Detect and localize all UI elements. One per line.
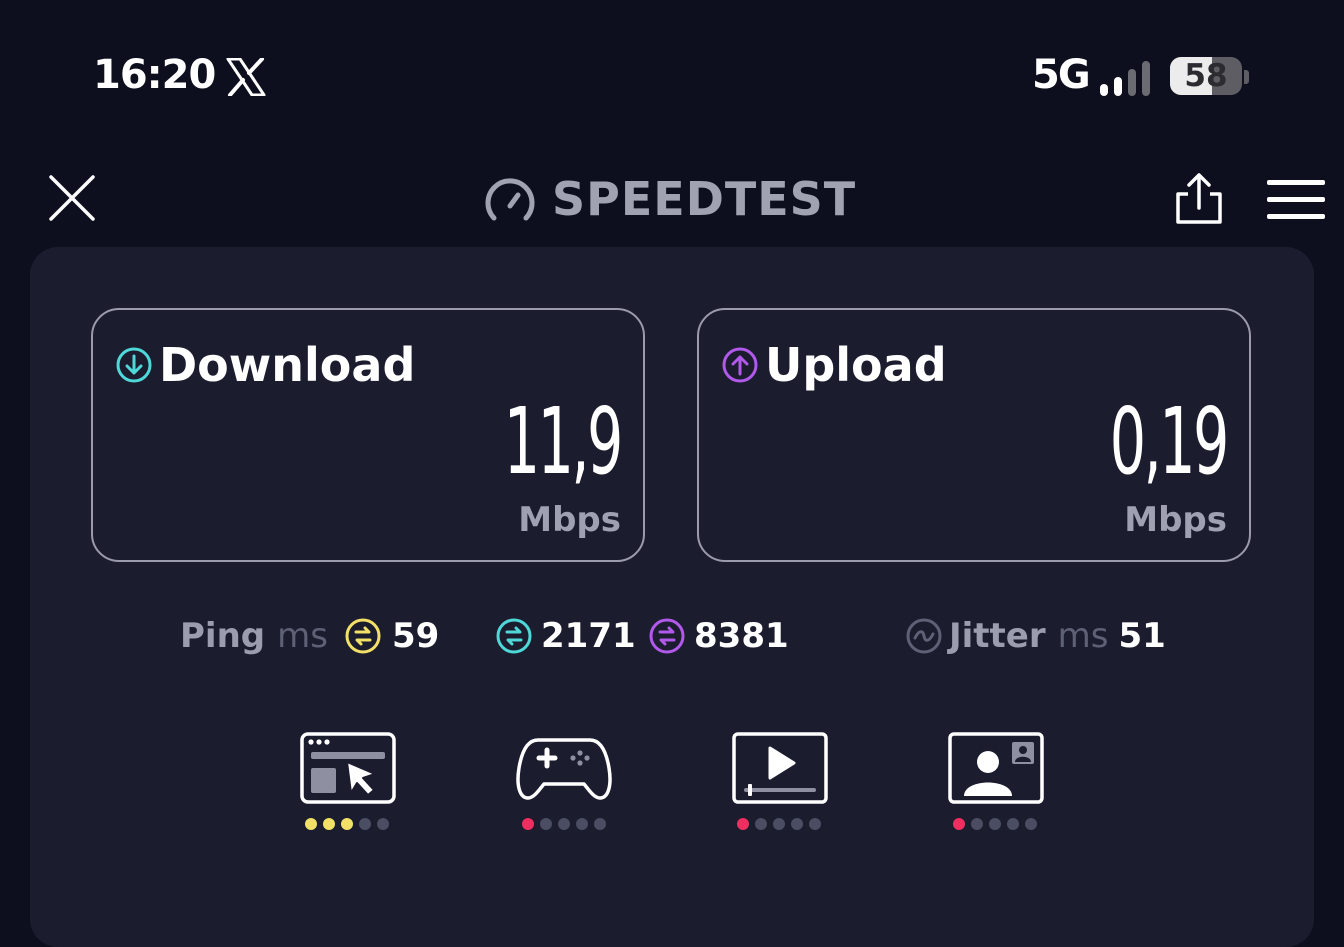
download-unit: Mbps [518, 500, 621, 540]
rating-dot [341, 818, 353, 830]
rating-dot [971, 818, 983, 830]
video-streaming-rating [737, 818, 821, 832]
jitter-icon [906, 618, 942, 654]
ping-download-metric: 2171 [495, 616, 636, 656]
rating-dot [755, 818, 767, 830]
jitter-metric: Jitter ms 51 [905, 616, 1166, 656]
ping-unit: ms [277, 616, 328, 656]
ping-upload-value: 8381 [694, 616, 789, 656]
status-time: 16:20 [93, 52, 216, 98]
gaming-rating [522, 818, 606, 832]
latency-row: Ping ms 59 2171 8381 Jitter ms 51 [0, 610, 1344, 662]
ping-upload-icon [649, 618, 685, 654]
rating-dot [791, 818, 803, 830]
rating-dot [737, 818, 749, 830]
upload-unit: Mbps [1124, 500, 1227, 540]
network-type: 5G [1032, 52, 1091, 98]
speedtest-logo: SPEEDTEST [484, 172, 856, 226]
hamburger-menu-icon[interactable] [1267, 180, 1325, 220]
video-call-icon[interactable] [948, 732, 1044, 804]
rating-dot [773, 818, 785, 830]
rating-dot [809, 818, 821, 830]
upload-card: Upload 0,19 Mbps [697, 308, 1251, 562]
upload-value: 0,19 [1109, 388, 1230, 495]
download-arrow-icon [116, 347, 152, 383]
download-value: 11,9 [503, 388, 624, 495]
x-logo-icon [226, 58, 266, 96]
download-label: Download [159, 338, 416, 392]
battery-icon: 58 [1170, 57, 1242, 95]
upload-label: Upload [765, 338, 947, 392]
ping-upload-metric: 8381 [648, 616, 789, 656]
video-streaming-icon[interactable] [732, 732, 828, 804]
ping-metric: Ping ms 59 [180, 616, 439, 656]
rating-dot [594, 818, 606, 830]
cellular-signal-icon [1100, 61, 1150, 96]
download-card: Download 11,9 Mbps [91, 308, 645, 562]
ping-idle-value: 59 [391, 616, 440, 656]
rating-dot [558, 818, 570, 830]
speedometer-icon [485, 178, 535, 221]
share-icon[interactable] [1172, 172, 1226, 226]
gaming-controller-icon[interactable] [516, 732, 612, 804]
ping-idle-icon [345, 618, 381, 654]
web-browsing-rating [305, 818, 389, 832]
rating-dot [359, 818, 371, 830]
rating-dot [323, 818, 335, 830]
jitter-unit: ms [1057, 616, 1109, 656]
rating-dot [522, 818, 534, 830]
web-browsing-icon[interactable] [300, 732, 396, 804]
rating-dot [989, 818, 1001, 830]
ping-download-icon [496, 618, 532, 654]
rating-dot [1007, 818, 1019, 830]
rating-dot [953, 818, 965, 830]
app-title: SPEEDTEST [552, 172, 857, 226]
video-call-rating [953, 818, 1037, 832]
rating-dot [305, 818, 317, 830]
rating-dot [1025, 818, 1037, 830]
rating-dot [377, 818, 389, 830]
jitter-label: Jitter [949, 616, 1046, 656]
battery-percent: 58 [1184, 58, 1228, 94]
close-icon[interactable] [48, 174, 96, 222]
rating-dot [540, 818, 552, 830]
upload-header: Upload [721, 338, 947, 392]
battery-tip [1244, 70, 1249, 84]
ping-download-value: 2171 [541, 616, 636, 656]
jitter-value: 51 [1118, 616, 1166, 656]
download-header: Download [115, 338, 415, 392]
ping-label: Ping [180, 616, 266, 656]
rating-dot [576, 818, 588, 830]
upload-arrow-icon [722, 347, 758, 383]
